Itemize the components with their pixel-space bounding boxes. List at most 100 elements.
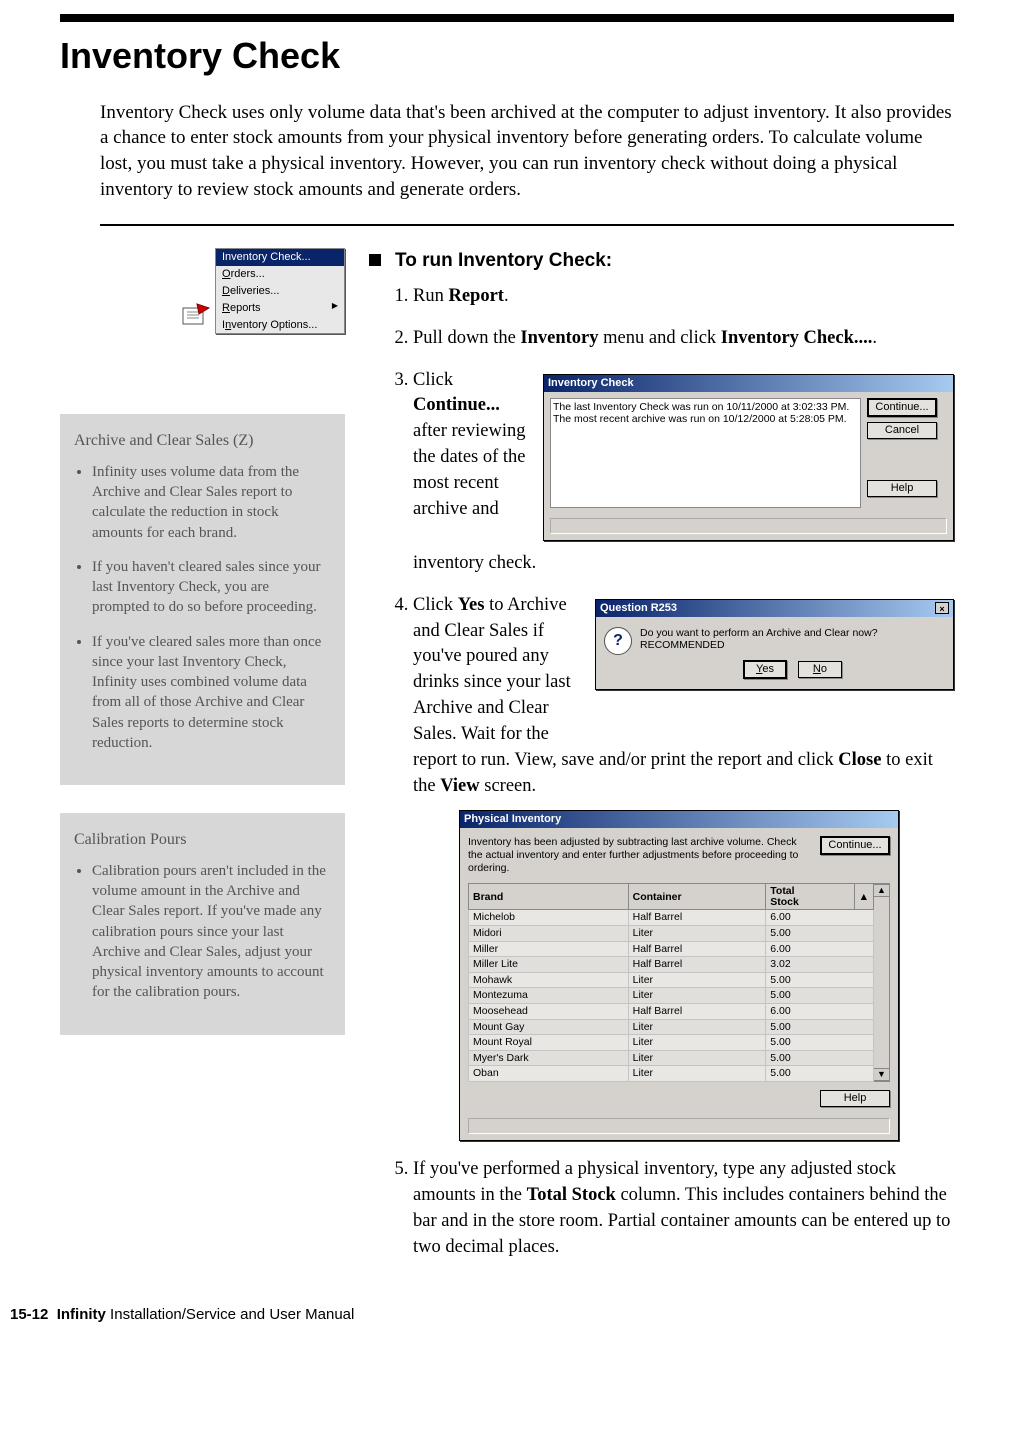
sidebar-title: Calibration Pours <box>74 829 329 851</box>
cell-total-stock[interactable]: 6.00 <box>766 910 874 926</box>
cell-brand: Miller <box>469 941 629 957</box>
step-text: after reviewing the dates of the most re… <box>413 421 526 519</box>
dialog-title: Inventory Check <box>548 377 634 390</box>
table-row: MooseheadHalf Barrel6.00 <box>469 1003 874 1019</box>
cell-brand: Mount Royal <box>469 1035 629 1051</box>
col-total-stock[interactable]: TotalStock <box>766 884 854 910</box>
cell-total-stock[interactable]: 5.00 <box>766 1050 874 1066</box>
help-button[interactable]: Help <box>820 1090 890 1107</box>
scrollbar[interactable]: ▲ ▼ <box>874 883 890 1082</box>
dialog-titlebar: Question R253 × <box>596 600 953 617</box>
dialog-title: Question R253 <box>600 602 677 615</box>
cell-brand: Miller Lite <box>469 957 629 973</box>
menu-item-inventory-check[interactable]: Inventory Check... <box>216 249 344 266</box>
step-bold: View <box>440 776 479 796</box>
table-row: Mount GayLiter5.00 <box>469 1019 874 1035</box>
cell-total-stock[interactable]: 5.00 <box>766 988 874 1004</box>
cell-total-stock[interactable]: 6.00 <box>766 1003 874 1019</box>
dialog-message: Do you want to perform an Archive and Cl… <box>640 627 945 652</box>
menu-item-orders[interactable]: Orders... <box>216 266 344 283</box>
scroll-up-icon[interactable]: ▲ <box>874 884 889 897</box>
cell-container: Liter <box>628 988 766 1004</box>
physical-inventory-table: Brand Container TotalStock ▲ MichelobHal… <box>468 883 874 1082</box>
top-rule <box>60 14 954 22</box>
cell-brand: Moosehead <box>469 1003 629 1019</box>
page-title: Inventory Check <box>60 32 954 81</box>
separator-rule <box>100 224 954 226</box>
menu-item-reports[interactable]: Reports▶ <box>216 300 344 317</box>
dialog-titlebar: Inventory Check <box>544 375 953 392</box>
page-number: 15-12 <box>10 1306 48 1323</box>
cell-container: Half Barrel <box>628 957 766 973</box>
help-button[interactable]: Help <box>867 480 937 497</box>
menu-item-inventory-options[interactable]: Inventory Options... <box>216 317 344 334</box>
step-text: Pull down the <box>413 328 520 348</box>
continue-button[interactable]: Continue... <box>867 398 937 417</box>
table-row: MohawkLiter5.00 <box>469 972 874 988</box>
sidebar-item: If you've cleared sales more than once s… <box>92 632 329 754</box>
scroll-down-icon[interactable]: ▼ <box>874 1068 889 1081</box>
page-footer: 15-12 Infinity Installation/Service and … <box>10 1305 954 1325</box>
cell-brand: Michelob <box>469 910 629 926</box>
sidebar-archive-clear: Archive and Clear Sales (Z) Infinity use… <box>60 414 345 785</box>
cell-container: Liter <box>628 925 766 941</box>
continue-button[interactable]: Continue... <box>820 836 890 855</box>
step-text: menu and click <box>599 328 721 348</box>
procedure-heading-text: To run Inventory Check: <box>395 250 612 271</box>
step-text: Click <box>413 595 458 615</box>
cell-brand: Mount Gay <box>469 1019 629 1035</box>
cell-brand: Oban <box>469 1066 629 1082</box>
step-text: Click <box>413 370 453 390</box>
step-bold: Yes <box>458 595 485 615</box>
close-icon[interactable]: × <box>935 602 949 614</box>
physical-inventory-dialog: Physical Inventory Inventory has been ad… <box>459 810 899 1141</box>
step-text: Run <box>413 286 448 306</box>
cell-total-stock[interactable]: 5.00 <box>766 1066 874 1082</box>
sidebar-item: Calibration pours aren't included in the… <box>92 861 329 1003</box>
cell-container: Half Barrel <box>628 941 766 957</box>
cell-total-stock[interactable]: 5.00 <box>766 925 874 941</box>
sidebar-title: Archive and Clear Sales (Z) <box>74 430 329 452</box>
cell-total-stock[interactable]: 5.00 <box>766 1035 874 1051</box>
col-container[interactable]: Container <box>628 884 766 910</box>
step-bold: Continue... <box>413 395 500 415</box>
sort-indicator-icon[interactable]: ▲ <box>854 884 873 910</box>
step-bold: Total Stock <box>527 1185 616 1205</box>
table-row: Mount RoyalLiter5.00 <box>469 1035 874 1051</box>
table-row: Myer's DarkLiter5.00 <box>469 1050 874 1066</box>
cancel-button[interactable]: Cancel <box>867 422 937 439</box>
status-bar <box>468 1118 890 1134</box>
dialog-line: The last Inventory Check was run on 10/1… <box>553 401 858 414</box>
dialog-message-area: The last Inventory Check was run on 10/1… <box>550 398 861 508</box>
cell-total-stock[interactable]: 5.00 <box>766 1019 874 1035</box>
cell-container: Liter <box>628 1066 766 1082</box>
step-4: Click Yes to Archive and Clear Sales if … <box>413 593 954 1141</box>
step-text: . <box>504 286 509 306</box>
dialog-title: Physical Inventory <box>464 813 561 826</box>
cell-container: Liter <box>628 1035 766 1051</box>
table-row: MontezumaLiter5.00 <box>469 988 874 1004</box>
table-row: MichelobHalf Barrel6.00 <box>469 910 874 926</box>
cell-container: Half Barrel <box>628 910 766 926</box>
no-button[interactable]: No <box>798 661 842 678</box>
cell-brand: Mohawk <box>469 972 629 988</box>
step-bold: Report <box>448 286 503 306</box>
table-row: ObanLiter5.00 <box>469 1066 874 1082</box>
cell-brand: Myer's Dark <box>469 1050 629 1066</box>
cell-container: Liter <box>628 1050 766 1066</box>
cell-total-stock[interactable]: 3.02 <box>766 957 874 973</box>
cell-total-stock[interactable]: 6.00 <box>766 941 874 957</box>
cell-container: Liter <box>628 1019 766 1035</box>
step-2: Pull down the Inventory menu and click I… <box>413 326 954 352</box>
col-brand[interactable]: Brand <box>469 884 629 910</box>
footer-text: Installation/Service and User Manual <box>106 1306 354 1323</box>
table-row: MidoriLiter5.00 <box>469 925 874 941</box>
dialog-instructions: Inventory has been adjusted by subtracti… <box>468 836 812 875</box>
square-bullet-icon <box>369 254 381 266</box>
cell-total-stock[interactable]: 5.00 <box>766 972 874 988</box>
sidebar-calibration-pours: Calibration Pours Calibration pours aren… <box>60 813 345 1034</box>
yes-button[interactable]: Yes <box>743 660 787 679</box>
menu-item-deliveries[interactable]: Deliveries... <box>216 283 344 300</box>
dialog-line: The most recent archive was run on 10/12… <box>553 413 858 426</box>
step-bold: Inventory Check.... <box>721 328 873 348</box>
